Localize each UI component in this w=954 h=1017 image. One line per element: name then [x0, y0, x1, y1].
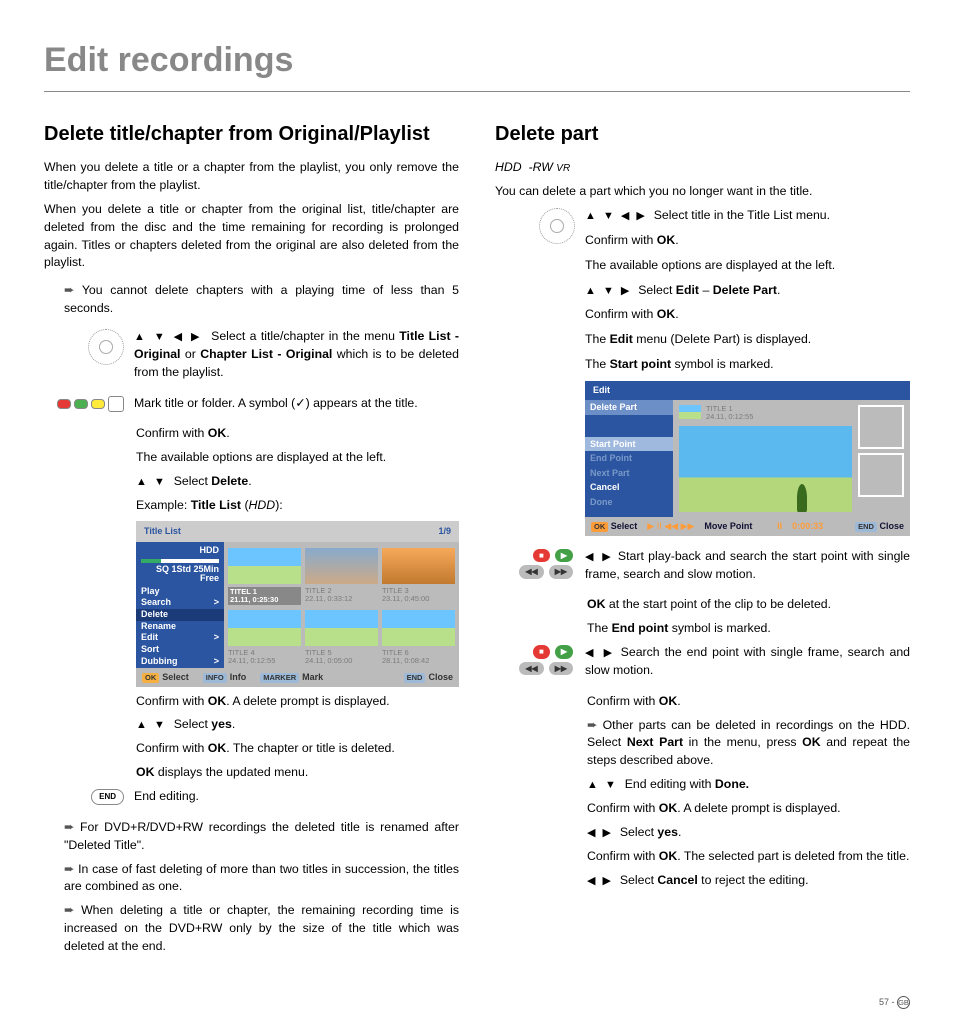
note: When deleting a title or chapter, the re… — [64, 902, 459, 955]
page-footer: 57 - GB — [0, 972, 954, 1017]
para: When you delete a title or a chapter fro… — [44, 159, 459, 195]
playback-buttons-icon: ■▶ ◀◀▶▶ — [519, 549, 575, 579]
step: Mark title or folder. A symbol (✓) appea… — [134, 395, 459, 413]
arrows-icon: ◀ ▶ — [587, 827, 613, 839]
color-buttons-icon — [57, 396, 124, 412]
divider — [44, 91, 910, 92]
arrows-icon: ◀ ▶ — [585, 551, 614, 563]
playback-buttons-icon: ■▶ ◀◀▶▶ — [519, 645, 575, 675]
step: The available options are displayed at t… — [136, 449, 459, 467]
subhead: HDD -RW VR — [495, 159, 910, 177]
note: You cannot delete chapters with a playin… — [64, 282, 459, 318]
end-button-icon: END — [91, 789, 124, 805]
heading-delete-part: Delete part — [495, 120, 910, 149]
arrows-icon: ▲ ▼ ◀ ▶ — [134, 331, 202, 343]
nav-wheel-icon — [539, 208, 575, 244]
nav-wheel-icon — [88, 329, 124, 365]
arrows-icon: ▲ ▼ — [136, 719, 167, 731]
left-column: Delete title/chapter from Original/Playl… — [44, 120, 459, 961]
para: You can delete a part which you no longe… — [495, 183, 910, 201]
note: In case of fast deleting of more than tw… — [64, 861, 459, 897]
para: When you delete a title or chapter from … — [44, 201, 459, 272]
arrows-icon: ▲ ▼ ▶ — [585, 285, 631, 297]
edit-delete-part-screenshot: Edit Delete Part Start Point End Point N… — [585, 381, 910, 536]
arrows-icon: ◀ ▶ — [585, 647, 616, 659]
note: For DVD+R/DVD+RW recordings the deleted … — [64, 819, 459, 855]
arrows-icon: ▲ ▼ ◀ ▶ — [585, 210, 647, 222]
step: End editing. — [134, 788, 459, 806]
arrows-icon: ▲ ▼ — [587, 779, 618, 791]
arrows-icon: ◀ ▶ — [587, 875, 613, 887]
step: The available options are displayed at t… — [585, 257, 910, 275]
heading-delete-title: Delete title/chapter from Original/Playl… — [44, 120, 459, 149]
title-list-screenshot: Title List1/9 HDD SQ 1Std 25MinFree Play… — [136, 521, 459, 687]
page-title: Edit recordings — [44, 36, 910, 85]
right-column: Delete part HDD -RW VR You can delete a … — [495, 120, 910, 961]
arrows-icon: ▲ ▼ — [136, 476, 167, 488]
